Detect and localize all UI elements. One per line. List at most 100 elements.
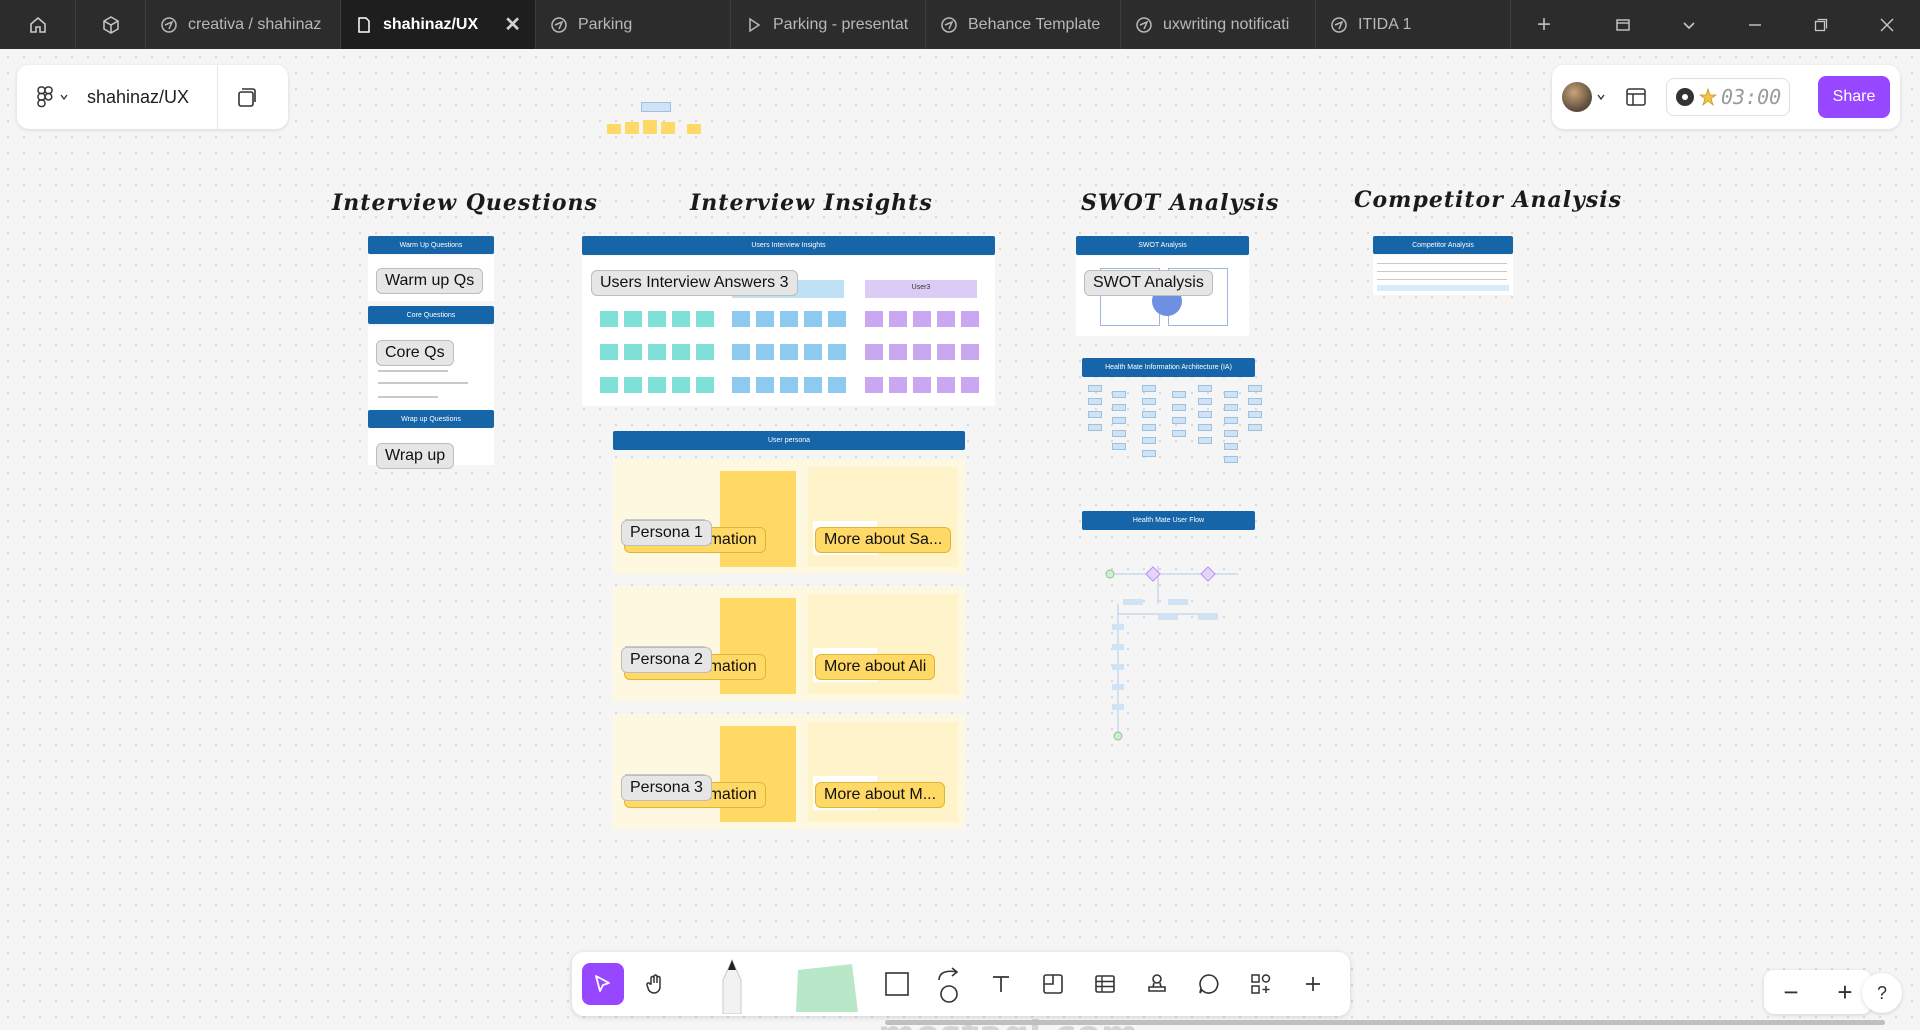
marker-tool[interactable]: [702, 954, 762, 1014]
sticky-note[interactable]: [865, 377, 883, 393]
ia-node[interactable]: [1172, 417, 1186, 424]
sticky-note[interactable]: [889, 377, 907, 393]
core-questions-bar[interactable]: Core Questions: [368, 306, 494, 324]
layout-button[interactable]: [1616, 87, 1656, 107]
sticky-note[interactable]: [672, 311, 690, 327]
sticky-note[interactable]: [696, 344, 714, 360]
ia-node[interactable]: [1088, 385, 1102, 392]
sticky-note[interactable]: [937, 344, 955, 360]
competitor-table[interactable]: [1373, 255, 1513, 295]
sticky-note[interactable]: [732, 311, 750, 327]
sticky-note[interactable]: [624, 311, 642, 327]
persona-2-card[interactable]: [613, 586, 965, 701]
minimize-button[interactable]: [1722, 0, 1788, 49]
more-about-sa[interactable]: More about Sa...: [815, 527, 952, 553]
sticky-note[interactable]: [780, 344, 798, 360]
information-architecture-diagram[interactable]: [1088, 385, 1288, 525]
sticky-note[interactable]: [937, 311, 955, 327]
persona-3-card[interactable]: [613, 714, 965, 829]
sticky-note[interactable]: [804, 311, 822, 327]
ia-node[interactable]: [1112, 443, 1126, 450]
tab-behance-template[interactable]: Behance Template: [926, 0, 1121, 49]
hand-tool[interactable]: [634, 963, 676, 1005]
more-about-ali[interactable]: More about Ali: [815, 654, 936, 680]
text-tool[interactable]: [980, 963, 1022, 1005]
sticky-note[interactable]: [913, 311, 931, 327]
ia-node[interactable]: [1112, 404, 1126, 411]
ia-node[interactable]: [1172, 430, 1186, 437]
sticky-note[interactable]: [913, 344, 931, 360]
pages-button[interactable]: [218, 86, 276, 108]
timer-widget[interactable]: 03:00: [1666, 78, 1791, 116]
tab-itida[interactable]: ITIDA 1: [1316, 0, 1511, 49]
maximize-button[interactable]: [1788, 0, 1854, 49]
ia-node[interactable]: [1198, 437, 1212, 444]
table-tool[interactable]: [1084, 963, 1126, 1005]
ia-node[interactable]: [1248, 385, 1262, 392]
tab-uxwriting[interactable]: uxwriting notificati: [1121, 0, 1316, 49]
sticky-note[interactable]: [865, 344, 883, 360]
ia-node[interactable]: [1088, 398, 1102, 405]
ia-node[interactable]: [1142, 437, 1156, 444]
sticky-note[interactable]: [756, 311, 774, 327]
sticky-note[interactable]: [756, 377, 774, 393]
ia-node[interactable]: [1142, 450, 1156, 457]
sticky-note[interactable]: [937, 377, 955, 393]
tab-parking[interactable]: Parking: [536, 0, 731, 49]
sticky-note[interactable]: [889, 311, 907, 327]
zoom-out-icon[interactable]: −: [1783, 977, 1798, 1008]
home-button[interactable]: [0, 0, 76, 49]
sticky-note[interactable]: [732, 344, 750, 360]
sticky-note[interactable]: [624, 377, 642, 393]
move-tool[interactable]: [582, 963, 624, 1005]
sticky-note[interactable]: [600, 344, 618, 360]
sticky-note[interactable]: [961, 344, 979, 360]
competitor-analysis-bar[interactable]: Competitor Analysis: [1373, 236, 1513, 254]
ia-node[interactable]: [1248, 398, 1262, 405]
section-tool[interactable]: [1032, 963, 1074, 1005]
ia-node[interactable]: [1224, 404, 1238, 411]
community-button[interactable]: [76, 0, 146, 49]
swot-analysis-label[interactable]: SWOT Analysis: [1084, 270, 1213, 296]
connector-tool[interactable]: [928, 963, 970, 1005]
sticky-note[interactable]: [865, 311, 883, 327]
ia-node[interactable]: [1224, 443, 1238, 450]
ia-node[interactable]: [1112, 430, 1126, 437]
sticky-note[interactable]: [648, 377, 666, 393]
ia-node[interactable]: [1088, 411, 1102, 418]
sticky-note[interactable]: [889, 344, 907, 360]
ia-node[interactable]: [1112, 391, 1126, 398]
section-title-interview-insights[interactable]: Interview Insights: [690, 190, 933, 216]
comment-tool[interactable]: [1188, 963, 1230, 1005]
sticky-note[interactable]: [672, 377, 690, 393]
swot-card[interactable]: [1076, 256, 1249, 336]
sticky-note[interactable]: [780, 311, 798, 327]
users-interview-answers-label[interactable]: Users Interview Answers 3: [591, 270, 798, 296]
stamp-tool[interactable]: [1136, 963, 1178, 1005]
sticky-note[interactable]: [804, 344, 822, 360]
sticky-note[interactable]: [600, 311, 618, 327]
sticky-note[interactable]: [961, 311, 979, 327]
section-title-competitor-analysis[interactable]: Competitor Analysis: [1354, 187, 1622, 213]
sticky-note[interactable]: [780, 377, 798, 393]
ia-node[interactable]: [1224, 417, 1238, 424]
section-title-interview-questions[interactable]: Interview Questions: [332, 190, 598, 216]
sticky-note[interactable]: [696, 377, 714, 393]
sticky-note[interactable]: [828, 344, 846, 360]
share-button[interactable]: Share: [1818, 76, 1890, 118]
widget-tool[interactable]: [1240, 963, 1282, 1005]
mini-sticky-cluster[interactable]: [607, 102, 707, 142]
ia-node[interactable]: [1142, 385, 1156, 392]
new-tab-button[interactable]: +: [1511, 0, 1577, 49]
ia-node[interactable]: [1198, 424, 1212, 431]
swot-analysis-bar[interactable]: SWOT Analysis: [1076, 236, 1249, 255]
main-menu-button[interactable]: [17, 86, 69, 108]
persona-1-label[interactable]: Persona 1: [621, 520, 712, 546]
ia-node[interactable]: [1224, 456, 1238, 463]
sticky-note[interactable]: [648, 311, 666, 327]
wrap-up-label[interactable]: Wrap up: [376, 443, 455, 469]
ia-node[interactable]: [1142, 411, 1156, 418]
sticky-note[interactable]: [756, 344, 774, 360]
persona-3-label[interactable]: Persona 3: [621, 775, 712, 801]
sticky-note[interactable]: [696, 311, 714, 327]
